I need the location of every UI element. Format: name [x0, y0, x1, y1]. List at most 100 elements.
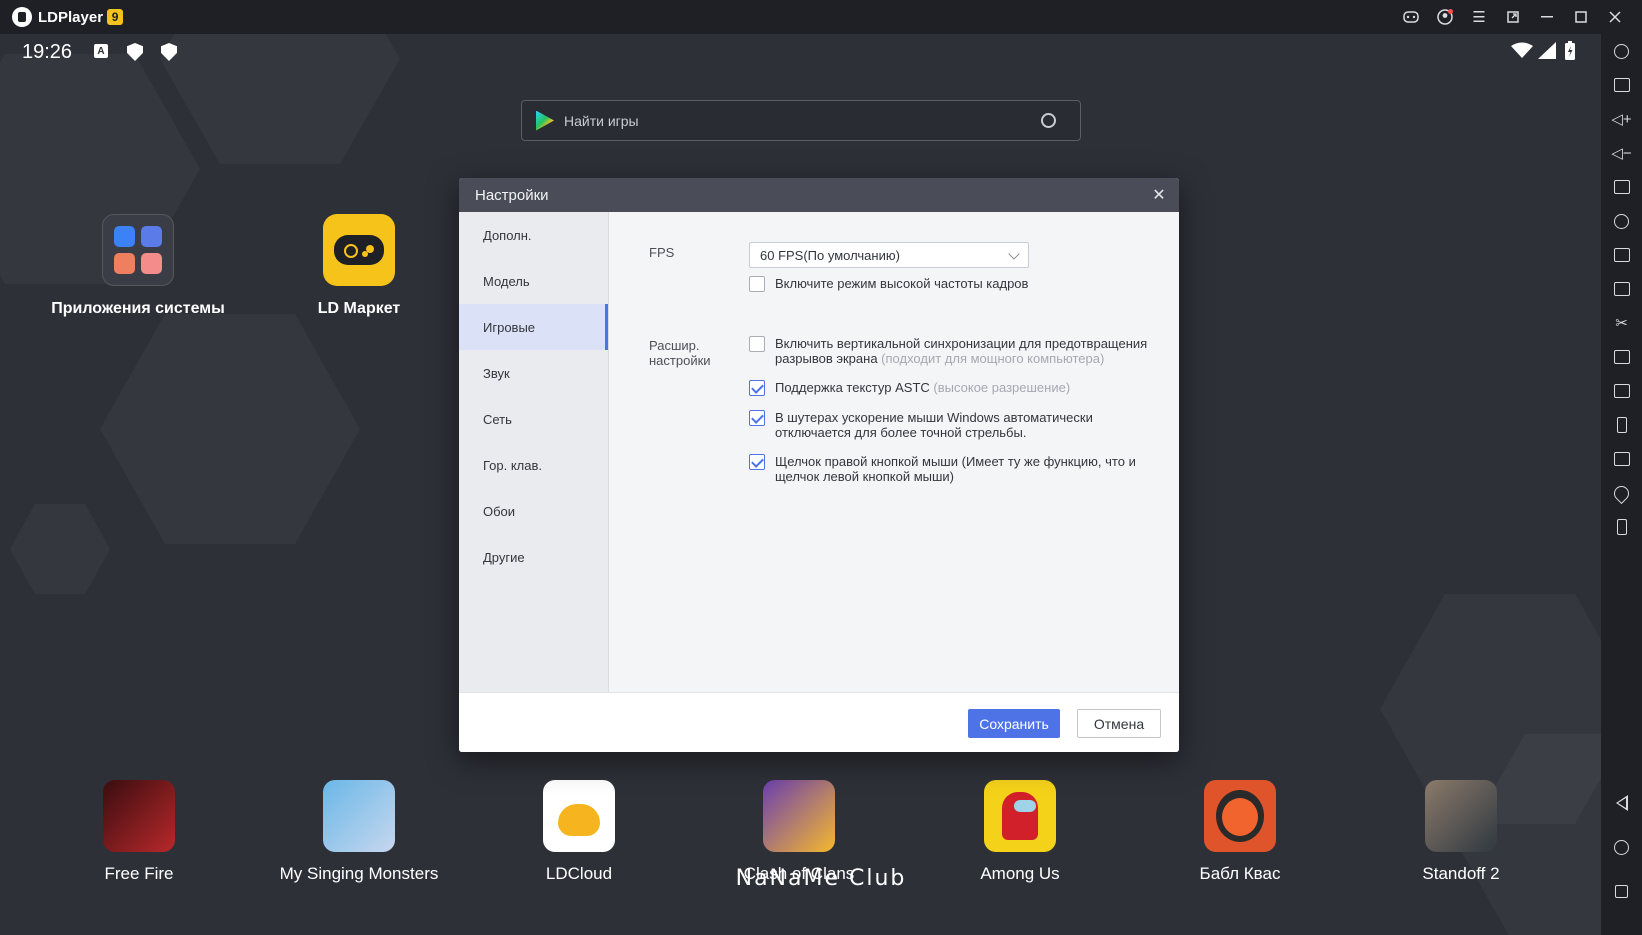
settings-icon	[114, 226, 135, 247]
settings-body: FPS 60 FPS(По умолчанию) Включите режим …	[609, 212, 1179, 692]
high-fps-checkbox[interactable]	[749, 276, 765, 292]
background-hexagon	[10, 504, 110, 594]
app-label: LD Маркет	[317, 300, 401, 317]
save-button[interactable]: Сохранить	[968, 709, 1060, 738]
menu-icon[interactable]: ☰	[1462, 0, 1496, 34]
back-icon[interactable]	[1601, 788, 1642, 818]
ld-market-icon	[323, 214, 395, 286]
nav-item-network[interactable]: Сеть	[459, 396, 608, 442]
keyboard-icon[interactable]	[1601, 70, 1642, 100]
folder-icon[interactable]	[1601, 444, 1642, 474]
search-bar[interactable]: Найти игры	[521, 100, 1081, 141]
dialog-footer: Сохранить Отмена	[459, 692, 1179, 752]
home-icon[interactable]	[1601, 832, 1642, 862]
shield-icon	[161, 43, 177, 61]
fps-select-value: 60 FPS(По умолчанию)	[760, 247, 900, 263]
status-clock: 19:26	[22, 41, 73, 63]
restore-mini-icon[interactable]	[1496, 0, 1530, 34]
astc-checkbox[interactable]	[749, 380, 765, 396]
mouse-accel-checkbox[interactable]	[749, 410, 765, 426]
version-badge: 9	[107, 9, 124, 25]
watermark: NaNaMe Club	[735, 866, 907, 891]
rotate-icon[interactable]	[1601, 512, 1642, 542]
battery-icon	[1565, 41, 1575, 60]
nav-item-hotkeys[interactable]: Гор. клав.	[459, 442, 608, 488]
gamepad-icon	[334, 235, 384, 265]
a-notification-icon: A	[94, 44, 108, 58]
right-click-text: Щелчок правой кнопкой мыши (Имеет ту же …	[775, 454, 1136, 484]
desktop-app-ld-market[interactable]: LD Маркет	[259, 214, 459, 318]
vsync-checkbox[interactable]	[749, 336, 765, 352]
vsync-option[interactable]: Включить вертикальной синхронизации для …	[749, 336, 1149, 366]
sync-icon[interactable]	[1601, 376, 1642, 406]
mouse-accel-option[interactable]: В шутерах ускорение мыши Windows автомат…	[749, 410, 1149, 440]
signal-icon	[1538, 42, 1556, 59]
apk-install-icon[interactable]	[1601, 274, 1642, 304]
account-icon[interactable]	[1428, 0, 1462, 34]
nav-item-advanced[interactable]: Дополн.	[459, 212, 608, 258]
window-controls: ☰	[1394, 0, 1632, 34]
right-toolbar: ◁+ ◁− ✂	[1601, 34, 1642, 935]
shake-icon[interactable]	[1601, 410, 1642, 440]
nav-item-wallpaper[interactable]: Обои	[459, 488, 608, 534]
free-fire-icon	[103, 780, 175, 852]
mask-face-shape	[1222, 798, 1258, 836]
fps-select[interactable]: 60 FPS(По умолчанию)	[749, 242, 1029, 268]
astc-text: Поддержка текстур ASTC	[775, 380, 930, 395]
high-fps-option[interactable]: Включите режим высокой частоты кадров	[749, 276, 1149, 292]
location-icon[interactable]	[1601, 478, 1642, 508]
ldcloud-icon	[543, 780, 615, 852]
gallery-icon	[141, 253, 162, 274]
close-icon[interactable]	[1598, 0, 1632, 34]
chevron-down-icon	[1008, 248, 1020, 260]
app-name: LDPlayer	[38, 8, 104, 26]
settings-nav: Дополн. Модель Игровые Звук Сеть Гор. кл…	[459, 212, 609, 692]
desktop-app-system-apps[interactable]: Приложения системы	[38, 214, 238, 318]
system-apps-folder-icon	[102, 214, 174, 286]
play-store-icon	[536, 110, 554, 131]
nav-item-model[interactable]: Модель	[459, 258, 608, 304]
right-click-option[interactable]: Щелчок правой кнопкой мыши (Имеет ту же …	[749, 454, 1149, 484]
app-label: Приложения системы	[51, 300, 225, 317]
settings-dialog: Настройки ✕ Дополн. Модель Игровые Звук …	[459, 178, 1179, 752]
shield-icon	[127, 43, 143, 61]
notification-dot	[1448, 9, 1453, 14]
search-placeholder[interactable]: Найти игры	[564, 113, 639, 129]
advanced-label-line2: настройки	[649, 353, 711, 368]
recents-icon[interactable]	[1601, 876, 1642, 906]
title-bar: LDPlayer 9 ☰	[0, 0, 1642, 34]
astc-hint: (высокое разрешение)	[933, 380, 1071, 395]
dialog-header: Настройки ✕	[459, 178, 1179, 212]
nav-item-game[interactable]: Игровые	[459, 304, 608, 350]
android-screen: 19:26 A Найти игры Приложения системы LD…	[0, 34, 1601, 935]
vsync-hint: (подходит для мощного компьютера)	[881, 351, 1105, 366]
search-icon[interactable]	[1041, 113, 1056, 128]
astc-option[interactable]: Поддержка текстур ASTC (высокое разрешен…	[749, 380, 1149, 396]
files-icon	[114, 253, 135, 274]
maximize-icon[interactable]	[1564, 0, 1598, 34]
gamepad-icon[interactable]	[1394, 0, 1428, 34]
record-icon[interactable]	[1601, 342, 1642, 372]
volume-down-icon[interactable]: ◁−	[1601, 138, 1642, 168]
volume-up-icon[interactable]: ◁+	[1601, 104, 1642, 134]
screenshot-icon[interactable]	[1601, 172, 1642, 202]
advanced-label-line1: Расшир.	[649, 338, 700, 353]
dialog-title: Настройки	[475, 186, 549, 204]
close-icon[interactable]: ✕	[1149, 185, 1169, 205]
browser-icon	[141, 226, 162, 247]
right-click-checkbox[interactable]	[749, 454, 765, 470]
my-singing-monsters-icon	[323, 780, 395, 852]
nav-item-sound[interactable]: Звук	[459, 350, 608, 396]
cloud-shape	[558, 804, 600, 836]
cancel-button[interactable]: Отмена	[1077, 709, 1161, 738]
minimize-icon[interactable]	[1530, 0, 1564, 34]
fps-label: FPS	[649, 245, 675, 260]
mouse-accel-text: В шутерах ускорение мыши Windows автомат…	[775, 410, 1093, 440]
background-hexagon	[100, 314, 360, 544]
scissors-icon[interactable]: ✂	[1601, 308, 1642, 338]
settings-icon[interactable]	[1601, 36, 1642, 66]
nav-item-other[interactable]: Другие	[459, 534, 608, 580]
multi-instance-icon[interactable]	[1601, 240, 1642, 270]
macro-icon[interactable]	[1601, 206, 1642, 236]
babl-kvas-icon	[1204, 780, 1276, 852]
